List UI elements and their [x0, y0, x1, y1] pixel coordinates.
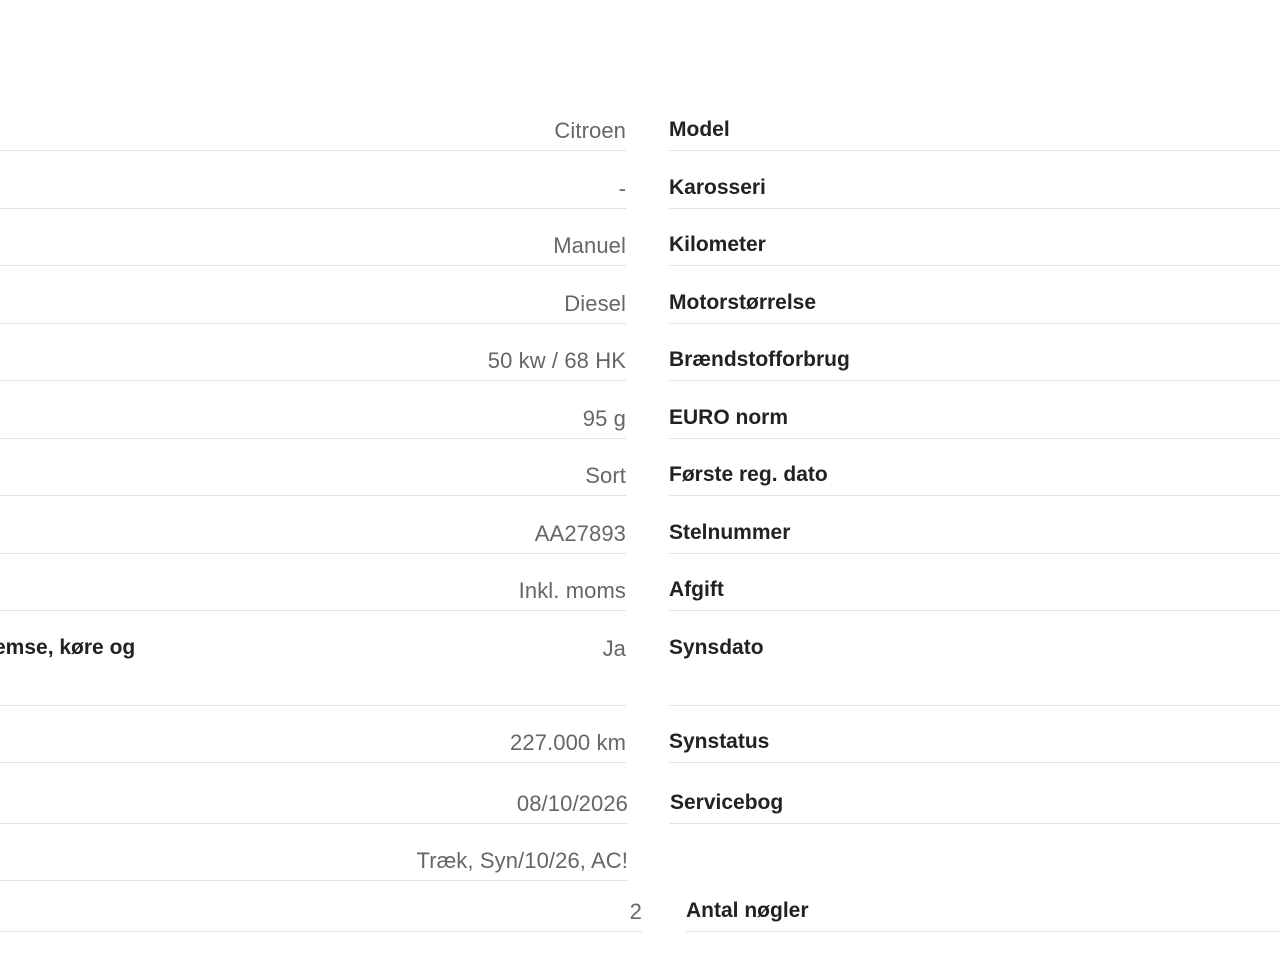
spec-label: Karosseri [669, 176, 766, 199]
spec-label-cell: Model [669, 118, 1280, 151]
spec-value: Ja [602, 636, 626, 661]
spec-label-cell: Motorstørrelse [669, 291, 1280, 324]
spec-label: Antal nøgler [686, 899, 809, 922]
spec-value-cell: AA27893 [0, 521, 626, 554]
spec-value-cell: Træk, Syn/10/26, AC! [0, 848, 628, 881]
spec-value: Manuel [553, 233, 626, 258]
spec-label-cell: Antal nøgler [686, 899, 1280, 932]
spec-value-cell: 227.000 km [0, 730, 626, 763]
spec-label: Synstatus [669, 730, 770, 753]
spec-label: Servicebog [670, 791, 784, 814]
spec-value-cell: 95 g [0, 406, 626, 439]
spec-value-cell: 08/10/2026 [0, 791, 628, 824]
spec-value: 227.000 km [510, 730, 626, 755]
spec-label: Brændstofforbrug [669, 348, 850, 371]
spec-value: 08/10/2026 [516, 791, 628, 816]
spec-label: Synsdato [669, 636, 764, 659]
spec-value: Sort [585, 463, 626, 488]
spec-value-cell: 2 [0, 899, 642, 932]
spec-value: 50 kw / 68 HK [487, 348, 626, 373]
spec-value: AA27893 [534, 521, 626, 546]
spec-label: Første reg. dato [669, 463, 828, 486]
spec-value-cell: Inkl. moms [0, 578, 626, 611]
spec-label-cell: Kilometer [669, 233, 1280, 266]
spec-label-cell: Servicebog [670, 791, 1280, 824]
spec-label: EURO norm [669, 406, 789, 429]
spec-value-cell: Manuel [0, 233, 626, 266]
spec-value-cell: - [0, 176, 626, 209]
spec-label: Model [669, 118, 730, 141]
spec-label-cell: Stelnummer [669, 521, 1280, 554]
spec-left-label: emse, køre og [0, 636, 136, 659]
spec-value-cell: Sort [0, 463, 626, 496]
spec-label-cell: Synstatus [669, 730, 1280, 763]
spec-value: Diesel [564, 291, 626, 316]
spec-value: Citroen [554, 118, 626, 143]
spec-label-cell: Brændstofforbrug [669, 348, 1280, 381]
vehicle-spec-page: Citroen Model - Karosseri Manuel Kilomet… [0, 0, 1280, 960]
spec-label: Kilometer [669, 233, 766, 256]
spec-label: Afgift [669, 578, 724, 601]
spec-label-cell: Første reg. dato [669, 463, 1280, 496]
spec-value-cell: 50 kw / 68 HK [0, 348, 626, 381]
spec-label-cell: EURO norm [669, 406, 1280, 439]
spec-value: - [618, 176, 626, 201]
spec-label: Stelnummer [669, 521, 791, 544]
spec-value: 2 [629, 899, 642, 924]
spec-value: 95 g [582, 406, 626, 431]
spec-value: Træk, Syn/10/26, AC! [416, 848, 628, 873]
spec-value-cell: emse, køre og Ja [0, 636, 626, 706]
spec-label-cell: Synsdato [669, 636, 1280, 706]
spec-label-cell: Afgift [669, 578, 1280, 611]
spec-label-cell: Karosseri [669, 176, 1280, 209]
spec-value: Inkl. moms [518, 578, 626, 603]
spec-label: Motorstørrelse [669, 291, 817, 314]
spec-value-cell: Citroen [0, 118, 626, 151]
spec-value-cell: Diesel [0, 291, 626, 324]
